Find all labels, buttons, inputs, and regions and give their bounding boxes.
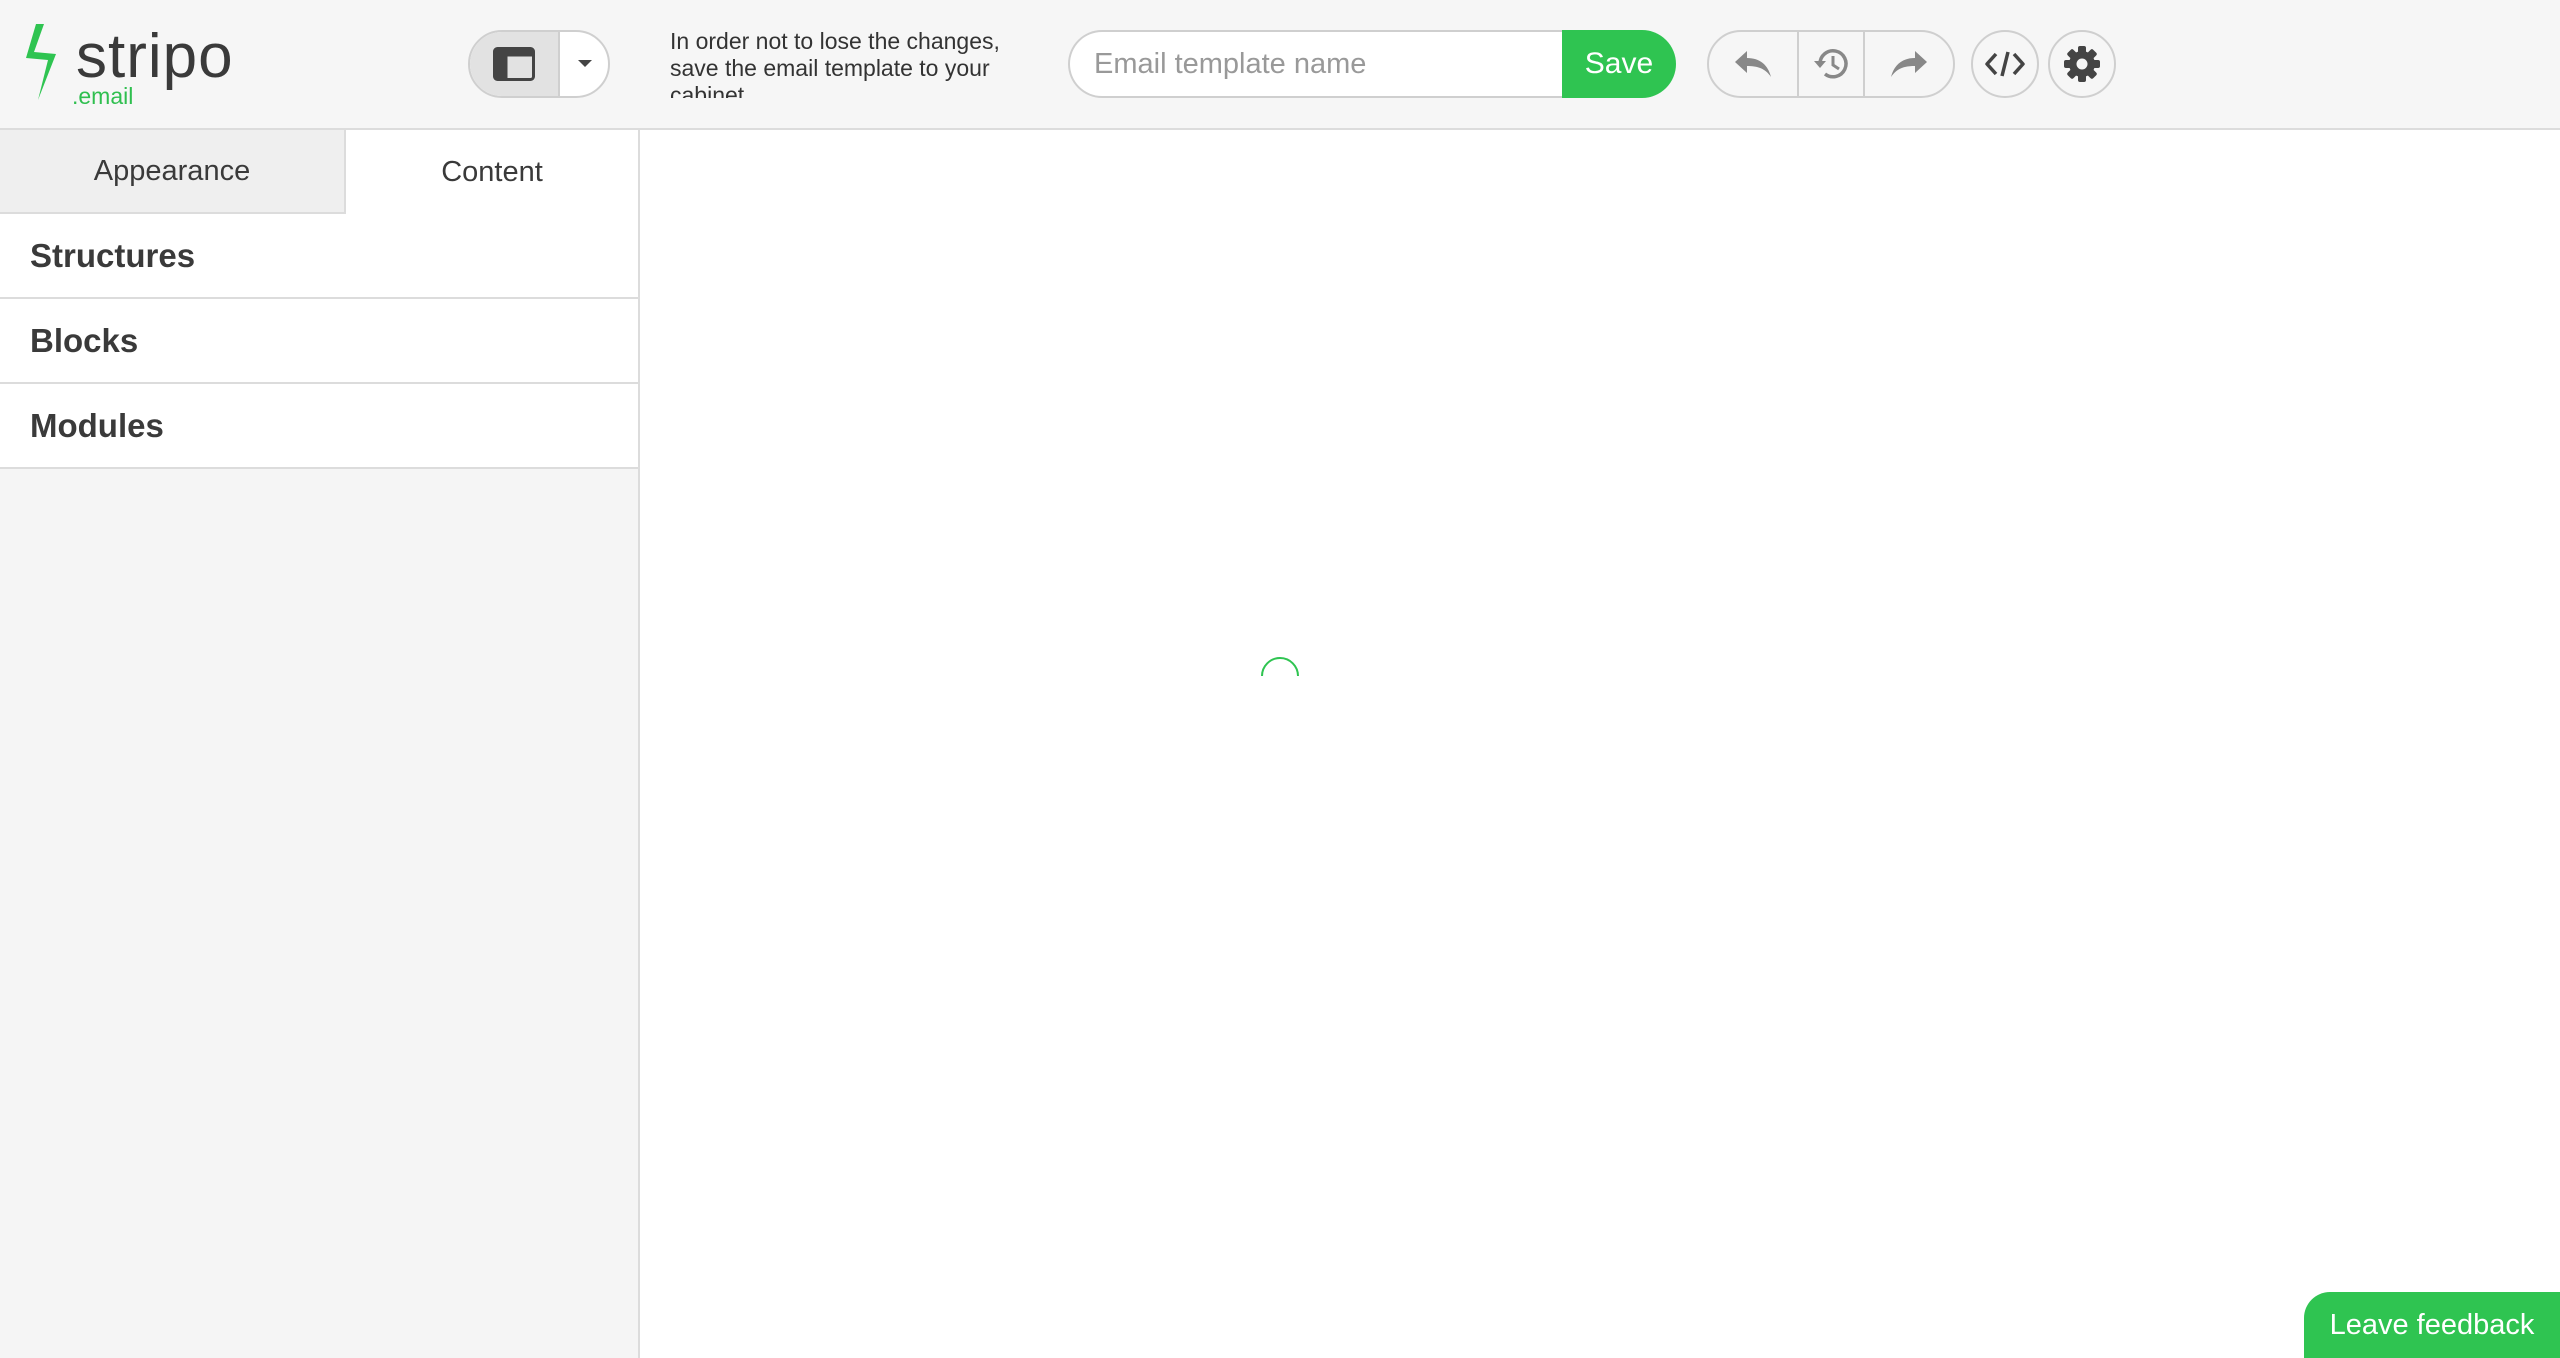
section-blocks[interactable]: Blocks	[0, 299, 638, 384]
history-icon	[1814, 49, 1848, 79]
layout-view-icon	[493, 47, 535, 81]
caret-down-icon	[578, 60, 592, 67]
save-notice: In order not to lose the changes, save t…	[670, 28, 1000, 98]
section-structures[interactable]: Structures	[0, 214, 638, 299]
history-controls	[1707, 30, 1955, 98]
layout-view-button[interactable]	[470, 32, 560, 96]
redo-icon	[1891, 51, 1927, 77]
code-icon	[1985, 51, 2025, 77]
logo-subtitle: .email	[72, 83, 134, 109]
content-section-list: Structures Blocks Modules	[0, 214, 638, 469]
view-mode-toggle	[468, 30, 610, 98]
view-mode-dropdown-button[interactable]	[560, 32, 608, 96]
sidebar-tabs: Appearance Content	[0, 130, 638, 214]
top-toolbar: stripo .email In order not to lose the c…	[0, 0, 2560, 130]
gear-icon	[2064, 46, 2100, 82]
tab-content[interactable]: Content	[346, 130, 638, 214]
section-modules[interactable]: Modules	[0, 384, 638, 469]
leave-feedback-button[interactable]: Leave feedback	[2304, 1292, 2560, 1358]
history-button[interactable]	[1799, 32, 1865, 96]
tab-appearance[interactable]: Appearance	[0, 130, 346, 214]
settings-button[interactable]	[2048, 30, 2116, 98]
template-name-group: Save	[1068, 30, 1676, 98]
left-sidebar: Appearance Content Structures Blocks Mod…	[0, 130, 640, 1358]
loading-spinner-icon	[1261, 657, 1299, 677]
undo-button[interactable]	[1709, 32, 1799, 96]
save-button[interactable]: Save	[1562, 30, 1676, 98]
undo-icon	[1735, 51, 1771, 77]
email-editor-canvas[interactable]	[640, 130, 2560, 1358]
logo-wordmark: stripo	[76, 22, 234, 91]
code-editor-button[interactable]	[1971, 30, 2039, 98]
stripo-logo-mark-icon	[26, 24, 56, 100]
redo-button[interactable]	[1865, 32, 1953, 96]
template-name-input[interactable]	[1068, 30, 1568, 98]
stripo-logo[interactable]: stripo .email	[26, 22, 246, 109]
